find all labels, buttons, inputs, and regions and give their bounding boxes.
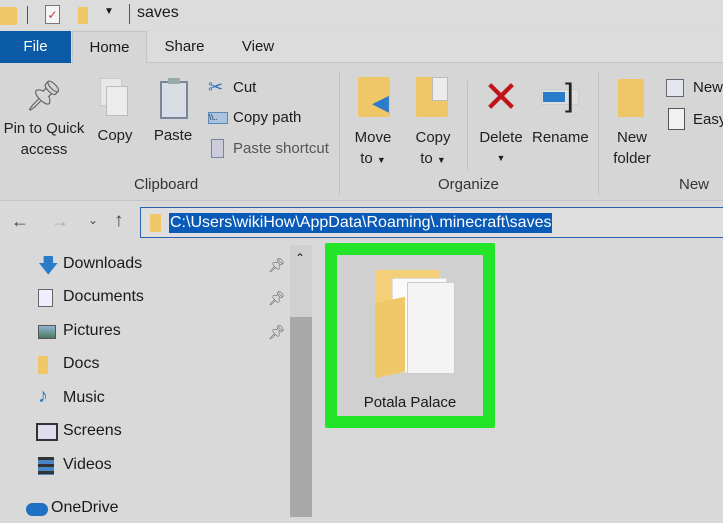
paste-button[interactable]: Paste (150, 78, 196, 146)
dropdown-arrow-icon: ▼ (496, 153, 506, 163)
back-button[interactable]: ← (11, 211, 29, 232)
paste-shortcut-icon (211, 139, 224, 158)
group-label-new: New (679, 176, 710, 193)
properties-icon[interactable]: ✓ (45, 5, 60, 24)
nav-item-documents[interactable]: Documents 📌︎ (38, 284, 288, 312)
cloud-icon (26, 503, 48, 516)
new-folder-icon (608, 77, 656, 119)
address-path[interactable]: C:\Users\wikiHow\AppData\Roaming\.minecr… (169, 213, 553, 233)
customize-dropdown-icon[interactable]: ▼ (104, 6, 114, 17)
copy-path-button[interactable]: \\.. Copy path (208, 108, 338, 130)
screens-icon (36, 423, 58, 441)
dropdown-arrow-icon: ▼ (436, 155, 446, 165)
title-bar: ✓ ▼ saves (0, 0, 723, 30)
nav-item-videos[interactable]: Videos (38, 452, 288, 480)
delete-button[interactable]: ✕ Delete ▼ (476, 73, 526, 169)
pictures-icon (38, 325, 56, 339)
nav-item-music[interactable]: ♪ Music (38, 385, 288, 413)
scissors-icon: ✂ (208, 77, 224, 97)
copy-path-icon: \\.. (208, 112, 228, 124)
folder-icon (0, 7, 17, 25)
nav-item-screens[interactable]: Screens (36, 418, 288, 446)
tab-view[interactable]: View (228, 31, 288, 63)
tab-file[interactable]: File (0, 31, 71, 63)
forward-button[interactable]: → (51, 211, 69, 232)
music-note-icon: ♪ (38, 385, 48, 407)
easy-access-icon (668, 108, 685, 130)
folder-item-potala-palace[interactable]: Potala Palace (325, 243, 495, 428)
folder-name: Potala Palace (363, 394, 457, 411)
window-title: saves (137, 4, 179, 21)
folder-with-files-icon (367, 270, 457, 385)
dropdown-arrow-icon: ▼ (376, 155, 386, 165)
ribbon-tabs: File Home Share View (0, 31, 723, 64)
new-folder-icon[interactable] (78, 7, 88, 24)
easy-access-button[interactable]: Easy (666, 108, 723, 132)
tab-home[interactable]: Home (72, 31, 147, 64)
nav-item-docs[interactable]: Docs (38, 351, 288, 379)
ribbon: 📌︎ Pin to Quick access Copy Paste ✂ Cut … (0, 63, 723, 201)
delete-x-icon: ✕ (482, 73, 520, 122)
group-label-organize: Organize (438, 176, 499, 193)
group-label-clipboard: Clipboard (134, 176, 199, 193)
paste-shortcut-button[interactable]: Paste shortcut (208, 139, 338, 161)
tab-share[interactable]: Share (152, 31, 217, 63)
pin-icon: 📌︎ (24, 80, 64, 113)
folder-icon (150, 214, 161, 232)
address-bar[interactable]: C:\Users\wikiHow\AppData\Roaming\.minecr… (140, 207, 723, 238)
new-folder-button[interactable]: New folder (608, 77, 656, 169)
nav-item-downloads[interactable]: 🡇 Downloads 📌︎ (38, 251, 288, 279)
rename-button[interactable]: ] Rename (532, 77, 589, 148)
nav-item-onedrive[interactable]: OneDrive (26, 495, 276, 523)
download-arrow-icon: 🡇 (38, 255, 59, 277)
scroll-up-icon[interactable]: ⌃ (295, 251, 305, 265)
new-item-button[interactable]: New (666, 77, 723, 99)
paste-icon (150, 78, 196, 119)
copy-to-button[interactable]: Copy to ▼ (410, 77, 456, 171)
videos-icon (38, 457, 54, 475)
copy-to-icon (410, 77, 456, 119)
pin-icon[interactable]: 📌︎ (268, 257, 286, 274)
move-to-button[interactable]: ◀ Move to ▼ (350, 77, 396, 171)
nav-item-pictures[interactable]: Pictures 📌︎ (38, 318, 288, 346)
pin-to-quick-access-button[interactable]: 📌︎ Pin to Quick access (0, 81, 88, 160)
nav-scrollbar[interactable]: ⌃ (290, 245, 312, 517)
recent-locations-chevron-icon[interactable]: ⌄ (88, 213, 98, 227)
up-button[interactable]: ↑ (114, 210, 124, 232)
documents-icon (38, 289, 53, 307)
new-item-icon (666, 79, 684, 97)
move-to-icon: ◀ (350, 77, 396, 119)
copy-button[interactable]: Copy (92, 78, 138, 146)
rename-icon: ] (532, 77, 588, 119)
pin-icon[interactable]: 📌︎ (268, 324, 286, 341)
pin-icon[interactable]: 📌︎ (268, 290, 286, 307)
copy-icon (92, 78, 138, 118)
cut-button[interactable]: ✂ Cut (208, 77, 256, 98)
scrollbar-thumb[interactable] (290, 317, 312, 517)
folder-icon (38, 356, 48, 374)
